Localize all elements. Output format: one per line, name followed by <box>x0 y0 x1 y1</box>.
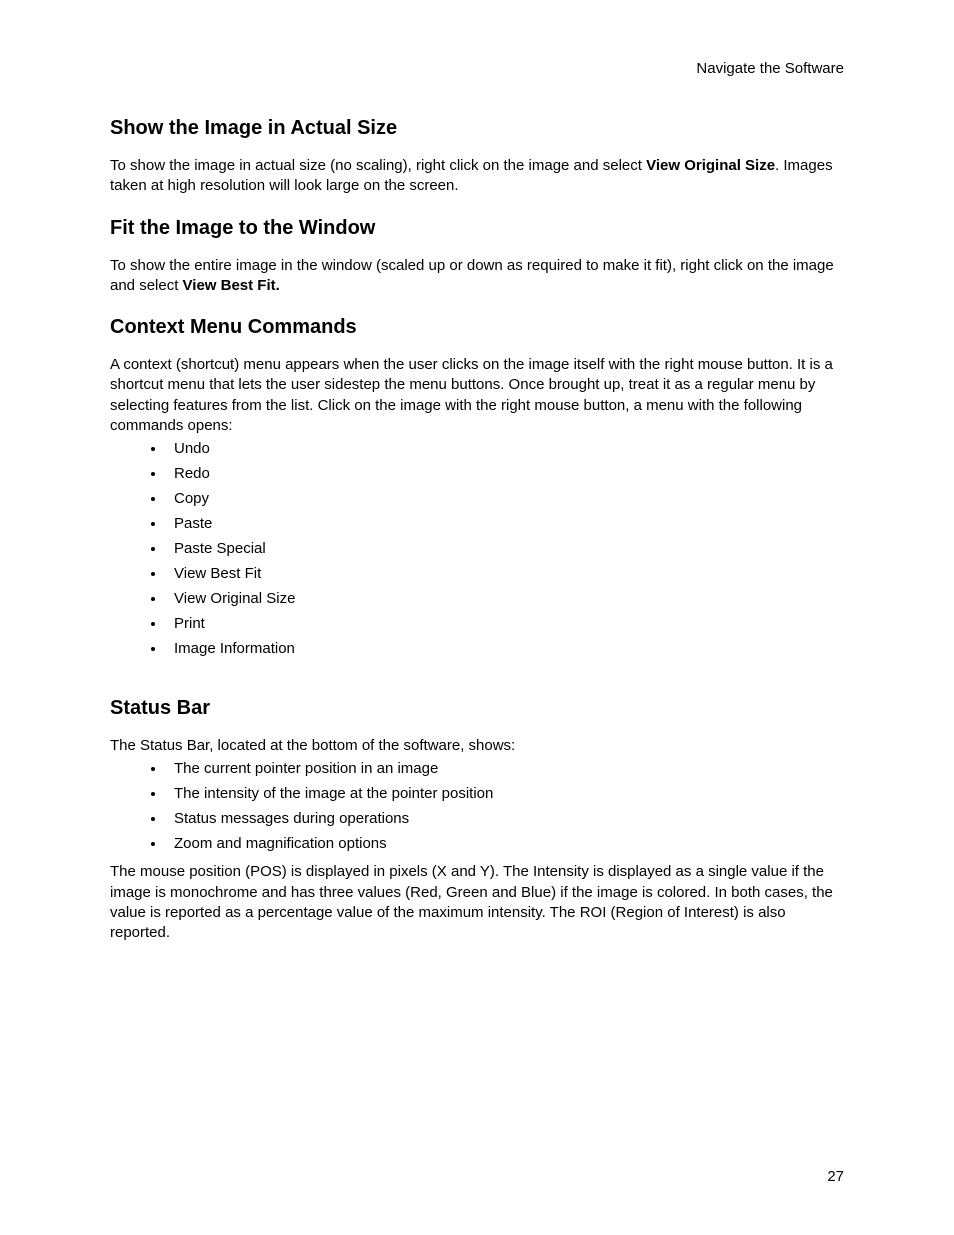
page-number: 27 <box>827 1168 844 1185</box>
status-bar-list: The current pointer position in an image… <box>110 760 844 852</box>
document-page: Navigate the Software Show the Image in … <box>0 0 954 1235</box>
paragraph-sec4-intro: The Status Bar, located at the bottom of… <box>110 736 844 756</box>
list-item: Zoom and magnification options <box>166 835 844 852</box>
list-item: Redo <box>166 465 844 482</box>
bold-text: View Best Fit. <box>183 277 280 294</box>
bold-text: View Original Size <box>646 157 775 174</box>
heading-status-bar: Status Bar <box>110 697 844 720</box>
list-item: View Best Fit <box>166 565 844 582</box>
list-item: Print <box>166 615 844 632</box>
paragraph-sec4-detail: The mouse position (POS) is displayed in… <box>110 862 844 943</box>
list-item: Paste <box>166 515 844 532</box>
page-header: Navigate the Software <box>110 60 844 77</box>
paragraph-sec3: A context (shortcut) menu appears when t… <box>110 355 844 436</box>
heading-show-actual-size: Show the Image in Actual Size <box>110 117 844 140</box>
paragraph-sec1: To show the image in actual size (no sca… <box>110 156 844 197</box>
list-item: Copy <box>166 490 844 507</box>
list-item: View Original Size <box>166 590 844 607</box>
list-item: The current pointer position in an image <box>166 760 844 777</box>
list-item: Image Information <box>166 640 844 657</box>
text: To show the image in actual size (no sca… <box>110 157 646 174</box>
list-item: Status messages during operations <box>166 810 844 827</box>
paragraph-sec2: To show the entire image in the window (… <box>110 256 844 297</box>
list-item: Undo <box>166 440 844 457</box>
list-item: Paste Special <box>166 540 844 557</box>
context-menu-list: Undo Redo Copy Paste Paste Special View … <box>110 440 844 657</box>
heading-fit-window: Fit the Image to the Window <box>110 217 844 240</box>
heading-context-menu: Context Menu Commands <box>110 316 844 339</box>
list-item: The intensity of the image at the pointe… <box>166 785 844 802</box>
